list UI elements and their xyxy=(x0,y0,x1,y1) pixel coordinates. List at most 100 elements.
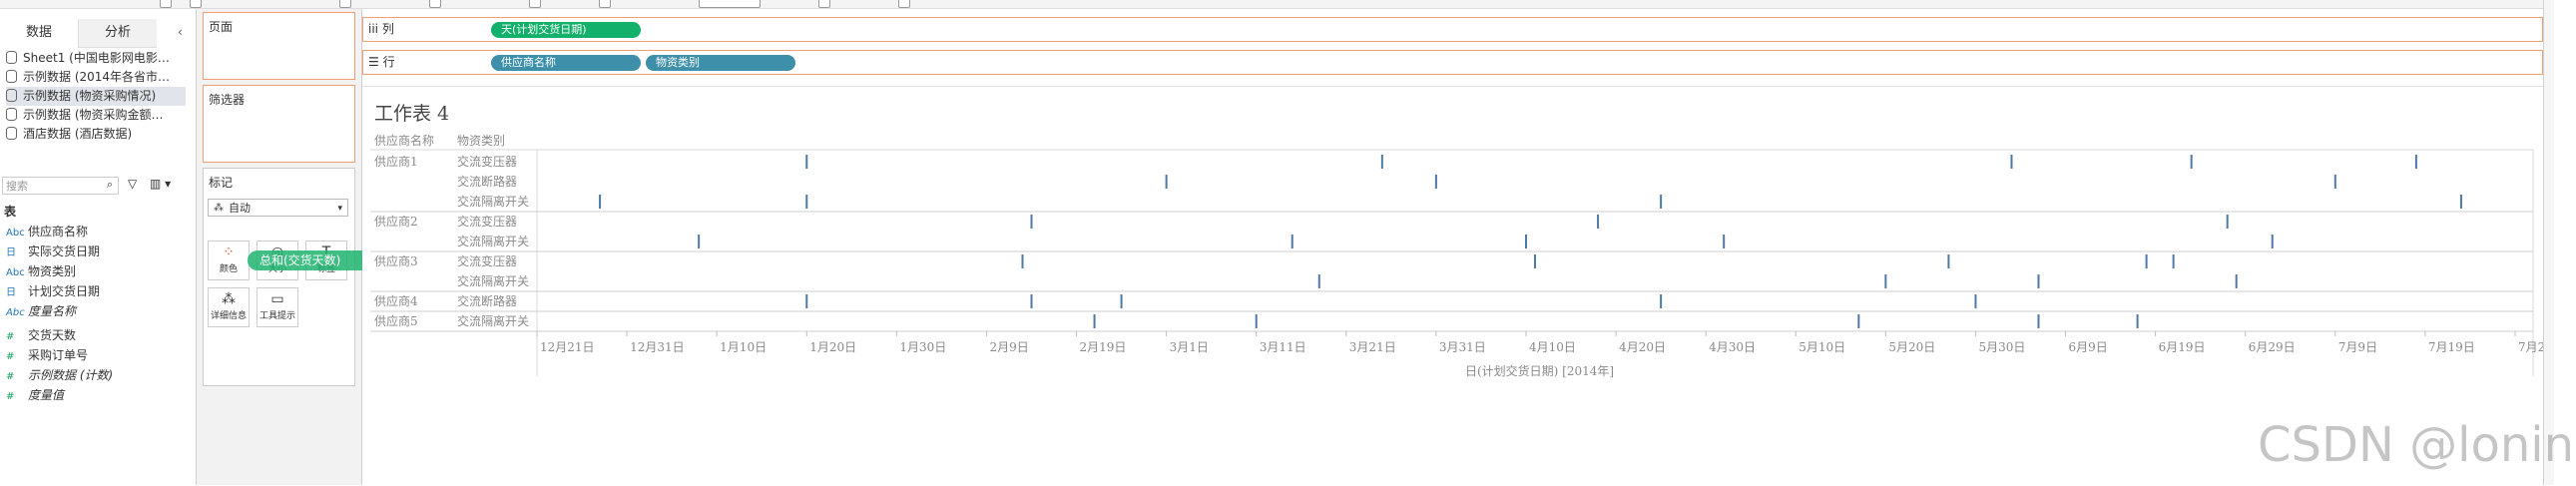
detail-button[interactable]: ⁂ 详细信息 xyxy=(208,287,250,327)
rows-pill-category[interactable]: 物资类别 xyxy=(646,55,795,71)
field-item[interactable]: 日 计划交货日期 xyxy=(6,282,100,300)
mark-type-value: 自动 xyxy=(229,202,251,215)
worksheet-view: 工作表 4 供应商名称 物资类别 供应商1 交流变压器 交流断路器 交流隔离开关 供应商2 交… xyxy=(362,86,2543,486)
rows-label-text: 行 xyxy=(382,55,395,69)
columns-shelf[interactable]: iii 列 天(计划交货日期) xyxy=(362,17,2543,42)
field-label: 物资类别 xyxy=(28,264,77,278)
measure-icon: # xyxy=(6,391,15,402)
data-source-label: 示例数据 (2014年各省市… xyxy=(23,70,171,84)
undo-icon[interactable] xyxy=(160,0,172,8)
detail-icon: ⁂ xyxy=(222,291,236,307)
x-tick-label: 3月1日 xyxy=(1170,340,1209,354)
clear-icon[interactable] xyxy=(529,0,541,8)
duplicate-icon[interactable] xyxy=(429,0,441,8)
x-tick-label: 6月29日 xyxy=(2249,340,2296,354)
data-source-item[interactable]: 酒店数据 (酒店数据) xyxy=(6,125,186,144)
cards-pane: 页面 筛选器 标记 ⁂ 自动 ▾ ⁘颜色 ◎大小 T标签 ⁂详细信息 ▭工具提示 xyxy=(197,9,362,485)
field-type-icon: Abc xyxy=(6,228,25,239)
search-input[interactable]: 搜索 xyxy=(2,177,119,195)
data-source-item-active[interactable]: 示例数据 (物资采购情况) xyxy=(6,87,186,106)
filter-icon[interactable]: ▽ xyxy=(128,177,137,191)
x-axis-title: 日(计划交货日期) [2014年] xyxy=(1465,363,1614,378)
data-source-item[interactable]: 示例数据 (物资采购金额… xyxy=(6,106,186,125)
rows-shelf-label: ☰ 行 xyxy=(368,51,395,74)
x-tick-label: 7月29日 xyxy=(2518,340,2543,354)
field-item[interactable]: # 交货天数 xyxy=(6,326,76,344)
x-tick-label: 1月20日 xyxy=(809,340,856,354)
collapse-pane-icon[interactable]: ‹ xyxy=(178,25,183,39)
field-item[interactable]: Abc 物资类别 xyxy=(6,262,76,280)
color-button[interactable]: ⁘ 颜色 xyxy=(208,241,250,280)
data-source-label: Sheet1 (中国电影网电影… xyxy=(23,51,170,65)
category-label: 交流变压器 xyxy=(457,154,517,169)
swap-icon[interactable] xyxy=(599,0,611,8)
columns-shelf-label: iii 列 xyxy=(368,18,394,41)
marks-card: 标记 ⁂ 自动 ▾ ⁘颜色 ◎大小 T标签 ⁂详细信息 ▭工具提示 xyxy=(203,168,355,386)
present-icon[interactable] xyxy=(898,0,910,8)
x-tick-label: 4月30日 xyxy=(1709,340,1756,354)
database-icon xyxy=(6,127,17,140)
field-item[interactable]: # 度量值 xyxy=(6,386,64,404)
new-sheet-icon[interactable] xyxy=(339,0,351,8)
supplier-label: 供应商3 xyxy=(374,253,418,268)
field-label: 计划交货日期 xyxy=(28,284,101,298)
tab-data[interactable]: 数据 xyxy=(0,19,78,49)
field-item[interactable]: # 采购订单号 xyxy=(6,346,88,364)
tooltip-button[interactable]: ▭ 工具提示 xyxy=(257,287,298,327)
field-item[interactable]: # 示例数据 (计数) xyxy=(6,366,113,384)
tab-analysis[interactable]: 分析 xyxy=(78,19,157,48)
category-label: 交流隔离开关 xyxy=(457,194,529,209)
pages-card-title: 页面 xyxy=(209,20,234,34)
x-tick-label: 2月9日 xyxy=(989,340,1028,354)
x-tick-label: 2月19日 xyxy=(1080,340,1127,354)
x-tick-label: 12月31日 xyxy=(630,340,685,354)
data-source-item[interactable]: Sheet1 (中国电影网电影… xyxy=(6,49,186,68)
redo-icon[interactable] xyxy=(190,0,202,8)
category-label: 交流断路器 xyxy=(457,174,517,189)
rows-shelf[interactable]: ☰ 行 供应商名称 物资类别 xyxy=(362,50,2543,75)
field-label: 采购订单号 xyxy=(28,348,89,362)
field-item[interactable]: Abc 度量名称 xyxy=(6,302,76,320)
data-source-label: 示例数据 (物资采购金额… xyxy=(23,108,164,122)
pages-card[interactable]: 页面 xyxy=(203,12,355,80)
field-label: 供应商名称 xyxy=(28,225,89,239)
highlight-icon[interactable] xyxy=(818,0,830,8)
supplier-label: 供应商1 xyxy=(374,154,418,169)
x-tick-label: 1月30日 xyxy=(899,340,946,354)
x-tick-label: 5月10日 xyxy=(1799,340,1845,354)
measure-icon: # xyxy=(6,351,15,362)
filters-card[interactable]: 筛选器 xyxy=(203,85,355,163)
x-tick-label: 6月19日 xyxy=(2159,340,2206,354)
supplier-label: 供应商5 xyxy=(374,313,418,328)
columns-pill[interactable]: 天(计划交货日期) xyxy=(491,22,641,38)
data-source-label: 示例数据 (物资采购情况) xyxy=(23,89,157,103)
rows-icon: ☰ xyxy=(368,55,379,69)
category-label: 交流变压器 xyxy=(457,253,517,268)
field-item[interactable]: 日 实际交货日期 xyxy=(6,243,100,260)
field-item[interactable]: Abc 供应商名称 xyxy=(6,223,88,241)
rows-pill-supplier[interactable]: 供应商名称 xyxy=(491,55,641,71)
category-label: 交流隔离开关 xyxy=(457,234,529,248)
x-tick-label: 12月21日 xyxy=(540,340,595,354)
data-source-item[interactable]: 示例数据 (2014年各省市… xyxy=(6,68,186,87)
search-icon[interactable]: ⌕ xyxy=(107,178,113,192)
tick-chart[interactable]: 供应商名称 物资类别供应商1 交流变压器交流断路器交流隔离开关供应商2 交流变压器交流… xyxy=(362,87,2543,386)
database-icon xyxy=(6,51,17,64)
x-tick-label: 7月19日 xyxy=(2428,340,2475,354)
field-type-icon: Abc xyxy=(6,307,25,318)
category-label: 交流变压器 xyxy=(457,214,517,229)
field-label: 实际交货日期 xyxy=(28,244,101,258)
tooltip-icon: ▭ xyxy=(270,291,284,307)
view-options-icon[interactable]: ▥ ▾ xyxy=(150,177,171,191)
mark-type-select[interactable]: ⁂ 自动 ▾ xyxy=(208,199,348,217)
x-tick-label: 7月9日 xyxy=(2338,340,2377,354)
chevron-down-icon: ▾ xyxy=(337,204,342,214)
category-label: 交流断路器 xyxy=(457,293,517,308)
fit-dropdown[interactable] xyxy=(699,0,761,8)
field-label: 度量值 xyxy=(28,388,65,402)
data-source-label: 酒店数据 (酒店数据) xyxy=(23,127,133,141)
marks-card-title: 标记 xyxy=(209,176,234,190)
x-tick-label: 4月10日 xyxy=(1529,340,1576,354)
color-label: 颜色 xyxy=(219,264,238,274)
x-tick-label: 3月31日 xyxy=(1439,340,1486,354)
